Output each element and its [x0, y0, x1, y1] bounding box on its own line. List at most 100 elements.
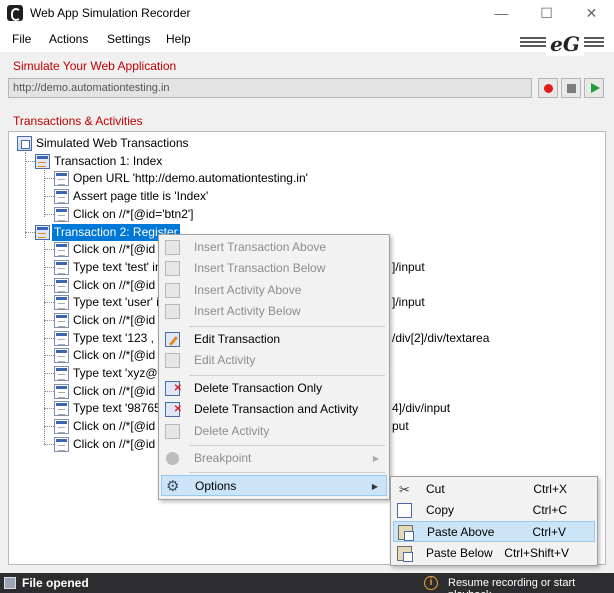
transaction-icon	[35, 225, 50, 240]
menu-cut[interactable]: ✂ Cut Ctrl+X	[393, 479, 595, 500]
activity-icon	[54, 384, 69, 399]
menu-settings[interactable]: Settings	[107, 32, 150, 46]
insert-below-icon	[165, 261, 180, 276]
url-field[interactable]: http://demo.automationtesting.in	[8, 78, 532, 98]
stop-icon	[567, 84, 576, 93]
copy-icon	[397, 503, 412, 518]
activity-label: Click on //*[@id	[73, 419, 156, 433]
menu-item-label: Paste Below	[426, 546, 493, 560]
menu-insert-transaction-below[interactable]: Insert Transaction Below	[161, 258, 387, 279]
activity-icon	[54, 260, 69, 275]
menu-delete-transaction-and-activity[interactable]: Delete Transaction and Activity	[161, 399, 387, 420]
activity-label: Click on //*[@id='btn2']	[73, 207, 194, 221]
logo-text: eG	[550, 32, 580, 56]
menu-insert-transaction-above[interactable]: Insert Transaction Above	[161, 237, 387, 258]
activity-icon	[54, 331, 69, 346]
menu-actions[interactable]: Actions	[49, 32, 88, 46]
insert-above-icon	[165, 240, 180, 255]
activity-icon	[54, 348, 69, 363]
scissors-icon: ✂	[399, 482, 410, 497]
status-hint: Resume recording or start playback	[448, 577, 576, 593]
activity-label: Click on //*[@id	[73, 437, 156, 451]
activity-tail: put	[392, 419, 409, 433]
menu-file[interactable]: File	[12, 32, 31, 46]
transaction-label: Transaction 1: Index	[54, 154, 163, 168]
menu-paste-below[interactable]: Paste Below Ctrl+Shift+V	[393, 543, 595, 564]
menu-separator	[189, 375, 385, 376]
activity-tail: ]/input	[392, 295, 425, 309]
activity-tail: ]/input	[392, 260, 425, 274]
menu-item-label: Paste Above	[427, 525, 495, 539]
menu-item-label: Insert Activity Below	[194, 304, 301, 318]
insert-activity-above-icon	[165, 283, 180, 298]
delete-activity-icon	[165, 424, 180, 439]
status-bar: File opened i Resume recording or start …	[0, 573, 614, 593]
title-bar: Web App Simulation Recorder — ☐ ✕	[0, 0, 614, 28]
delete-all-icon	[165, 399, 182, 420]
activity-icon	[54, 242, 69, 257]
app-icon	[7, 5, 23, 21]
menu-insert-activity-below[interactable]: Insert Activity Below	[161, 301, 387, 322]
eg-logo: eG	[520, 32, 604, 56]
activity-icon	[54, 401, 69, 416]
window-title: Web App Simulation Recorder	[30, 6, 191, 20]
gear-icon: ⚙	[166, 478, 180, 495]
transactions-section-label: Transactions & Activities	[13, 114, 143, 128]
play-button[interactable]	[584, 78, 604, 98]
insert-activity-below-icon	[165, 304, 180, 319]
tree-root-label: Simulated Web Transactions	[36, 136, 189, 150]
menu-item-shortcut: Ctrl+X	[533, 482, 567, 496]
record-button[interactable]	[538, 78, 558, 98]
activity-label: Type text '98765	[73, 401, 161, 415]
options-submenu: ✂ Cut Ctrl+X Copy Ctrl+C Paste Above Ctr…	[390, 476, 598, 566]
menu-item-label: Delete Activity	[194, 424, 270, 438]
menu-help[interactable]: Help	[166, 32, 191, 46]
close-button[interactable]: ✕	[569, 0, 614, 28]
activity-label: Assert page title is 'Index'	[73, 189, 209, 203]
status-message: File opened	[22, 576, 89, 590]
menu-delete-activity[interactable]: Delete Activity	[161, 421, 387, 442]
menu-edit-transaction[interactable]: Edit Transaction	[161, 329, 387, 350]
activity-icon	[54, 171, 69, 186]
menu-item-label: Delete Transaction Only	[194, 381, 323, 395]
submenu-arrow-icon: ▶	[371, 482, 378, 491]
breakpoint-icon	[166, 452, 179, 465]
menu-insert-activity-above[interactable]: Insert Activity Above	[161, 280, 387, 301]
maximize-button[interactable]: ☐	[524, 0, 569, 28]
stop-button[interactable]	[561, 78, 581, 98]
edit-icon	[165, 332, 180, 347]
menu-item-label: Insert Activity Above	[194, 283, 302, 297]
activity-label: Click on //*[@id	[73, 278, 156, 292]
activity-icon	[54, 419, 69, 434]
activity-icon	[54, 278, 69, 293]
activity-icon	[54, 207, 69, 222]
menu-options[interactable]: ⚙ Options ▶	[161, 475, 387, 496]
menu-item-label: Delete Transaction and Activity	[194, 402, 359, 416]
activity-icon	[54, 437, 69, 452]
activity-label: Type text 'test' in	[73, 260, 162, 274]
activity-icon	[54, 189, 69, 204]
menu-delete-transaction-only[interactable]: Delete Transaction Only	[161, 378, 387, 399]
edit-activity-icon	[165, 353, 180, 368]
activity-label: Click on //*[@id	[73, 242, 156, 256]
activity-tail: 4]/div/input	[392, 401, 451, 415]
paste-below-icon	[397, 546, 413, 562]
transaction-icon	[35, 154, 50, 169]
delete-icon	[165, 378, 182, 399]
menu-item-shortcut: Ctrl+C	[532, 503, 567, 517]
activity-tail: /div[2]/div/textarea	[392, 331, 490, 345]
activity-label: Click on //*[@id	[73, 313, 156, 327]
activity-icon	[54, 295, 69, 310]
minimize-button[interactable]: —	[479, 0, 524, 28]
context-menu: Insert Transaction Above Insert Transact…	[158, 234, 390, 500]
menu-item-label: Insert Transaction Below	[194, 261, 326, 275]
activity-label: Type text '123 , a	[73, 331, 165, 345]
menu-copy[interactable]: Copy Ctrl+C	[393, 500, 595, 521]
menu-edit-activity[interactable]: Edit Activity	[161, 350, 387, 371]
menu-paste-above[interactable]: Paste Above Ctrl+V	[393, 521, 595, 542]
menu-breakpoint[interactable]: Breakpoint ▶	[161, 448, 387, 469]
menu-item-label: Edit Activity	[194, 353, 256, 367]
simulate-section-label: Simulate Your Web Application	[13, 59, 177, 73]
menu-item-label: Copy	[426, 503, 455, 517]
menu-separator	[189, 472, 385, 473]
